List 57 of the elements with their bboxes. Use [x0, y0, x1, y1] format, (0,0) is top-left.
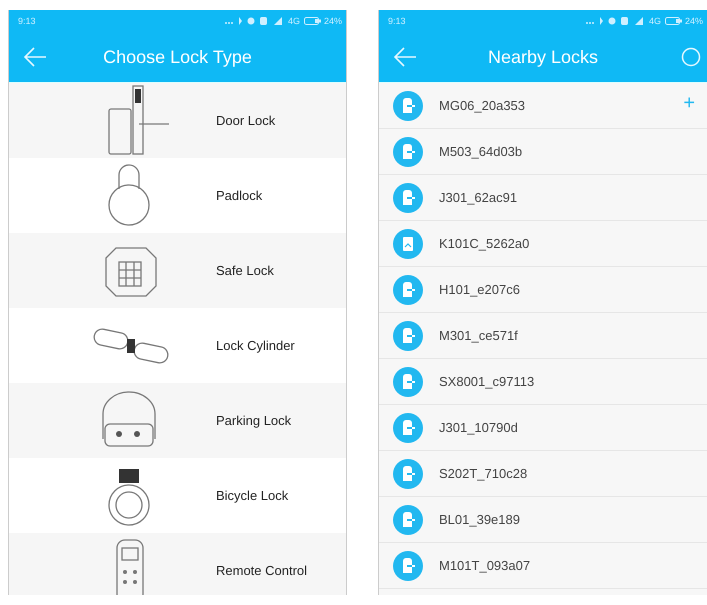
- lock-type-label: Bicycle Lock: [216, 488, 288, 503]
- lock-name: J301_10790d: [439, 420, 518, 435]
- door-lock-icon: [393, 366, 423, 396]
- door-lock-icon: [393, 320, 423, 350]
- battery-icon: [304, 16, 322, 26]
- lock-list-item[interactable]: MG06_20a353 +: [379, 83, 707, 129]
- lock-name: K101C_5262a0: [439, 236, 530, 251]
- status-time: 9:13: [388, 16, 406, 26]
- lock-name: J301_62ac91: [439, 190, 518, 205]
- screen-title: Nearby Locks: [486, 46, 600, 68]
- lock-list-item[interactable]: H101_e207c6: [379, 267, 707, 313]
- lock-name: MG06_20a353: [439, 98, 526, 113]
- lock-list-item[interactable]: M301_ce571f: [379, 313, 707, 359]
- lock-list-item[interactable]: J301_62ac91: [379, 175, 707, 221]
- lock-name: SX8001_c97113: [439, 374, 534, 389]
- lock-list-item[interactable]: SX8001_c97113: [379, 359, 707, 405]
- lock-type-label: Remote Control: [216, 563, 308, 578]
- lock-name: H101_e207c6: [439, 282, 520, 297]
- lock-type-row[interactable]: Parking Lock: [9, 383, 346, 458]
- network-type: 4G: [288, 16, 300, 26]
- lock-list-item[interactable]: M101T_093a07: [379, 543, 707, 589]
- door-lock-icon: [393, 412, 423, 442]
- card-lock-icon: [393, 228, 423, 258]
- lock-list-item[interactable]: M503_64d03b: [379, 129, 707, 175]
- door-lock-icon: [393, 550, 423, 580]
- lock-name: M301_ce571f: [439, 328, 518, 343]
- door-lock-icon: [393, 458, 423, 488]
- lock-type-label: Parking Lock: [216, 413, 292, 428]
- back-arrow-icon[interactable]: [23, 47, 47, 67]
- status-time: 9:13: [18, 16, 36, 26]
- lock-type-row[interactable]: Safe Lock: [9, 233, 346, 308]
- lock-type-label: Padlock: [216, 188, 262, 203]
- lock-type-label: Lock Cylinder: [216, 338, 295, 353]
- door-lock-icon: [393, 182, 423, 212]
- lock-type-row[interactable]: Remote Control: [9, 533, 346, 595]
- lock-list-item[interactable]: BL01_39e189: [379, 497, 707, 543]
- back-arrow-icon[interactable]: [393, 47, 417, 67]
- lock-list-item[interactable]: K101C_5262a0: [379, 221, 707, 267]
- lock-name: BL01_39e189: [439, 512, 520, 527]
- lock-name: M101T_093a07: [439, 558, 530, 573]
- door-lock-icon: [393, 274, 423, 304]
- battery-percentage: 24%: [324, 16, 342, 26]
- lock-type-label: Door Lock: [216, 113, 276, 128]
- door-lock-icon: [393, 90, 423, 120]
- door-lock-icon: [393, 136, 423, 166]
- screen-title: Choose Lock Type: [102, 46, 253, 68]
- battery-percentage: 24%: [684, 16, 703, 26]
- door-lock-icon: [393, 504, 423, 534]
- loading-spinner-icon: [681, 47, 701, 67]
- lock-list-item[interactable]: J301_10790d: [379, 405, 707, 451]
- lock-type-row[interactable]: Door Lock: [9, 83, 346, 158]
- lock-name: M503_64d03b: [439, 144, 522, 159]
- battery-icon: [664, 16, 683, 26]
- lock-type-label: Safe Lock: [216, 263, 274, 278]
- network-type: 4G: [648, 16, 661, 26]
- lock-list-item[interactable]: S202T_710c28: [379, 451, 707, 497]
- lock-name: S202T_710c28: [439, 466, 528, 481]
